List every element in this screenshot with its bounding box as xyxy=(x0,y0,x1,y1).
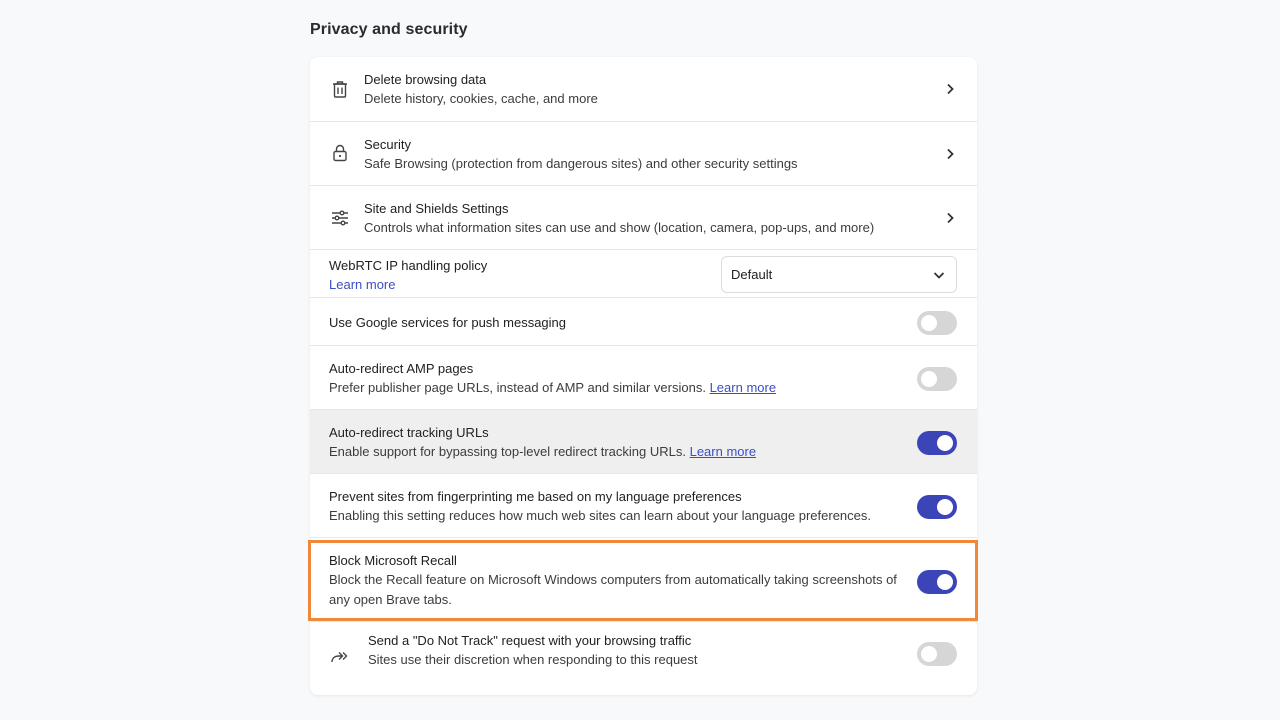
do-not-track-toggle[interactable] xyxy=(917,642,957,666)
amp-redirect-subtitle-text: Prefer publisher page URLs, instead of A… xyxy=(329,380,706,395)
webrtc-policy-selected-value: Default xyxy=(731,267,773,282)
toggle-knob xyxy=(921,371,937,387)
delete-browsing-data-row[interactable]: Delete browsing data Delete history, coo… xyxy=(310,57,977,121)
webrtc-policy-row: WebRTC IP handling policy Learn more Def… xyxy=(310,249,977,297)
amp-redirect-subtitle: Prefer publisher page URLs, instead of A… xyxy=(329,378,776,398)
language-fingerprinting-title: Prevent sites from fingerprinting me bas… xyxy=(329,489,742,504)
block-microsoft-recall-title: Block Microsoft Recall xyxy=(329,553,457,568)
sliders-icon xyxy=(330,208,350,228)
privacy-settings-card: Delete browsing data Delete history, coo… xyxy=(310,57,977,695)
trash-icon xyxy=(330,79,350,99)
tracking-learn-more-link[interactable]: Learn more xyxy=(690,444,756,459)
security-title: Security xyxy=(364,137,411,152)
toggle-knob xyxy=(921,315,937,331)
language-fingerprinting-row: Prevent sites from fingerprinting me bas… xyxy=(310,473,977,537)
toggle-knob xyxy=(937,499,953,515)
chevron-right-icon xyxy=(947,148,954,160)
block-microsoft-recall-subtitle: Block the Recall feature on Microsoft Wi… xyxy=(329,572,897,607)
security-row[interactable]: Security Safe Browsing (protection from … xyxy=(310,121,977,185)
block-microsoft-recall-toggle[interactable] xyxy=(917,570,957,594)
block-microsoft-recall-row: Block Microsoft Recall Block the Recall … xyxy=(310,537,977,621)
amp-learn-more-link[interactable]: Learn more xyxy=(710,380,776,395)
chevron-right-icon xyxy=(947,212,954,224)
delete-browsing-data-title: Delete browsing data xyxy=(364,72,487,87)
push-messaging-toggle[interactable] xyxy=(917,311,957,335)
toggle-knob xyxy=(937,435,953,451)
tracking-redirect-title: Auto-redirect tracking URLs xyxy=(329,425,489,440)
section-title: Privacy and security xyxy=(310,21,468,38)
amp-redirect-title: Auto-redirect AMP pages xyxy=(329,361,474,376)
chevron-right-icon xyxy=(947,83,954,95)
chevron-down-icon xyxy=(933,272,945,279)
site-shields-settings-subtitle: Controls what information sites can use … xyxy=(364,220,875,235)
tracking-redirect-row: Auto-redirect tracking URLs Enable suppo… xyxy=(310,409,977,473)
webrtc-policy-title: WebRTC IP handling policy xyxy=(329,258,488,273)
site-shields-settings-row[interactable]: Site and Shields Settings Controls what … xyxy=(310,185,977,249)
toggle-knob xyxy=(937,574,953,590)
amp-redirect-toggle[interactable] xyxy=(917,367,957,391)
do-not-track-title: Send a "Do Not Track" request with your … xyxy=(368,633,692,648)
do-not-track-row: Send a "Do Not Track" request with your … xyxy=(310,621,977,695)
webrtc-policy-select[interactable]: Default xyxy=(721,256,957,293)
tracking-redirect-subtitle: Enable support for bypassing top-level r… xyxy=(329,442,756,462)
webrtc-learn-more-link[interactable]: Learn more xyxy=(329,275,395,295)
push-messaging-row: Use Google services for push messaging xyxy=(310,297,977,345)
delete-browsing-data-subtitle: Delete history, cookies, cache, and more xyxy=(364,91,598,106)
security-subtitle: Safe Browsing (protection from dangerous… xyxy=(364,156,798,171)
lock-icon xyxy=(330,143,350,163)
tracking-redirect-subtitle-text: Enable support for bypassing top-level r… xyxy=(329,444,686,459)
language-fingerprinting-toggle[interactable] xyxy=(917,495,957,519)
amp-redirect-row: Auto-redirect AMP pages Prefer publisher… xyxy=(310,345,977,409)
tracking-redirect-toggle[interactable] xyxy=(917,431,957,455)
forward-arrows-icon xyxy=(330,647,350,667)
push-messaging-title: Use Google services for push messaging xyxy=(329,315,567,330)
do-not-track-subtitle: Sites use their discretion when respondi… xyxy=(368,652,698,667)
toggle-knob xyxy=(921,646,937,662)
language-fingerprinting-subtitle: Enabling this setting reduces how much w… xyxy=(329,508,871,523)
site-shields-settings-title: Site and Shields Settings xyxy=(364,201,509,216)
